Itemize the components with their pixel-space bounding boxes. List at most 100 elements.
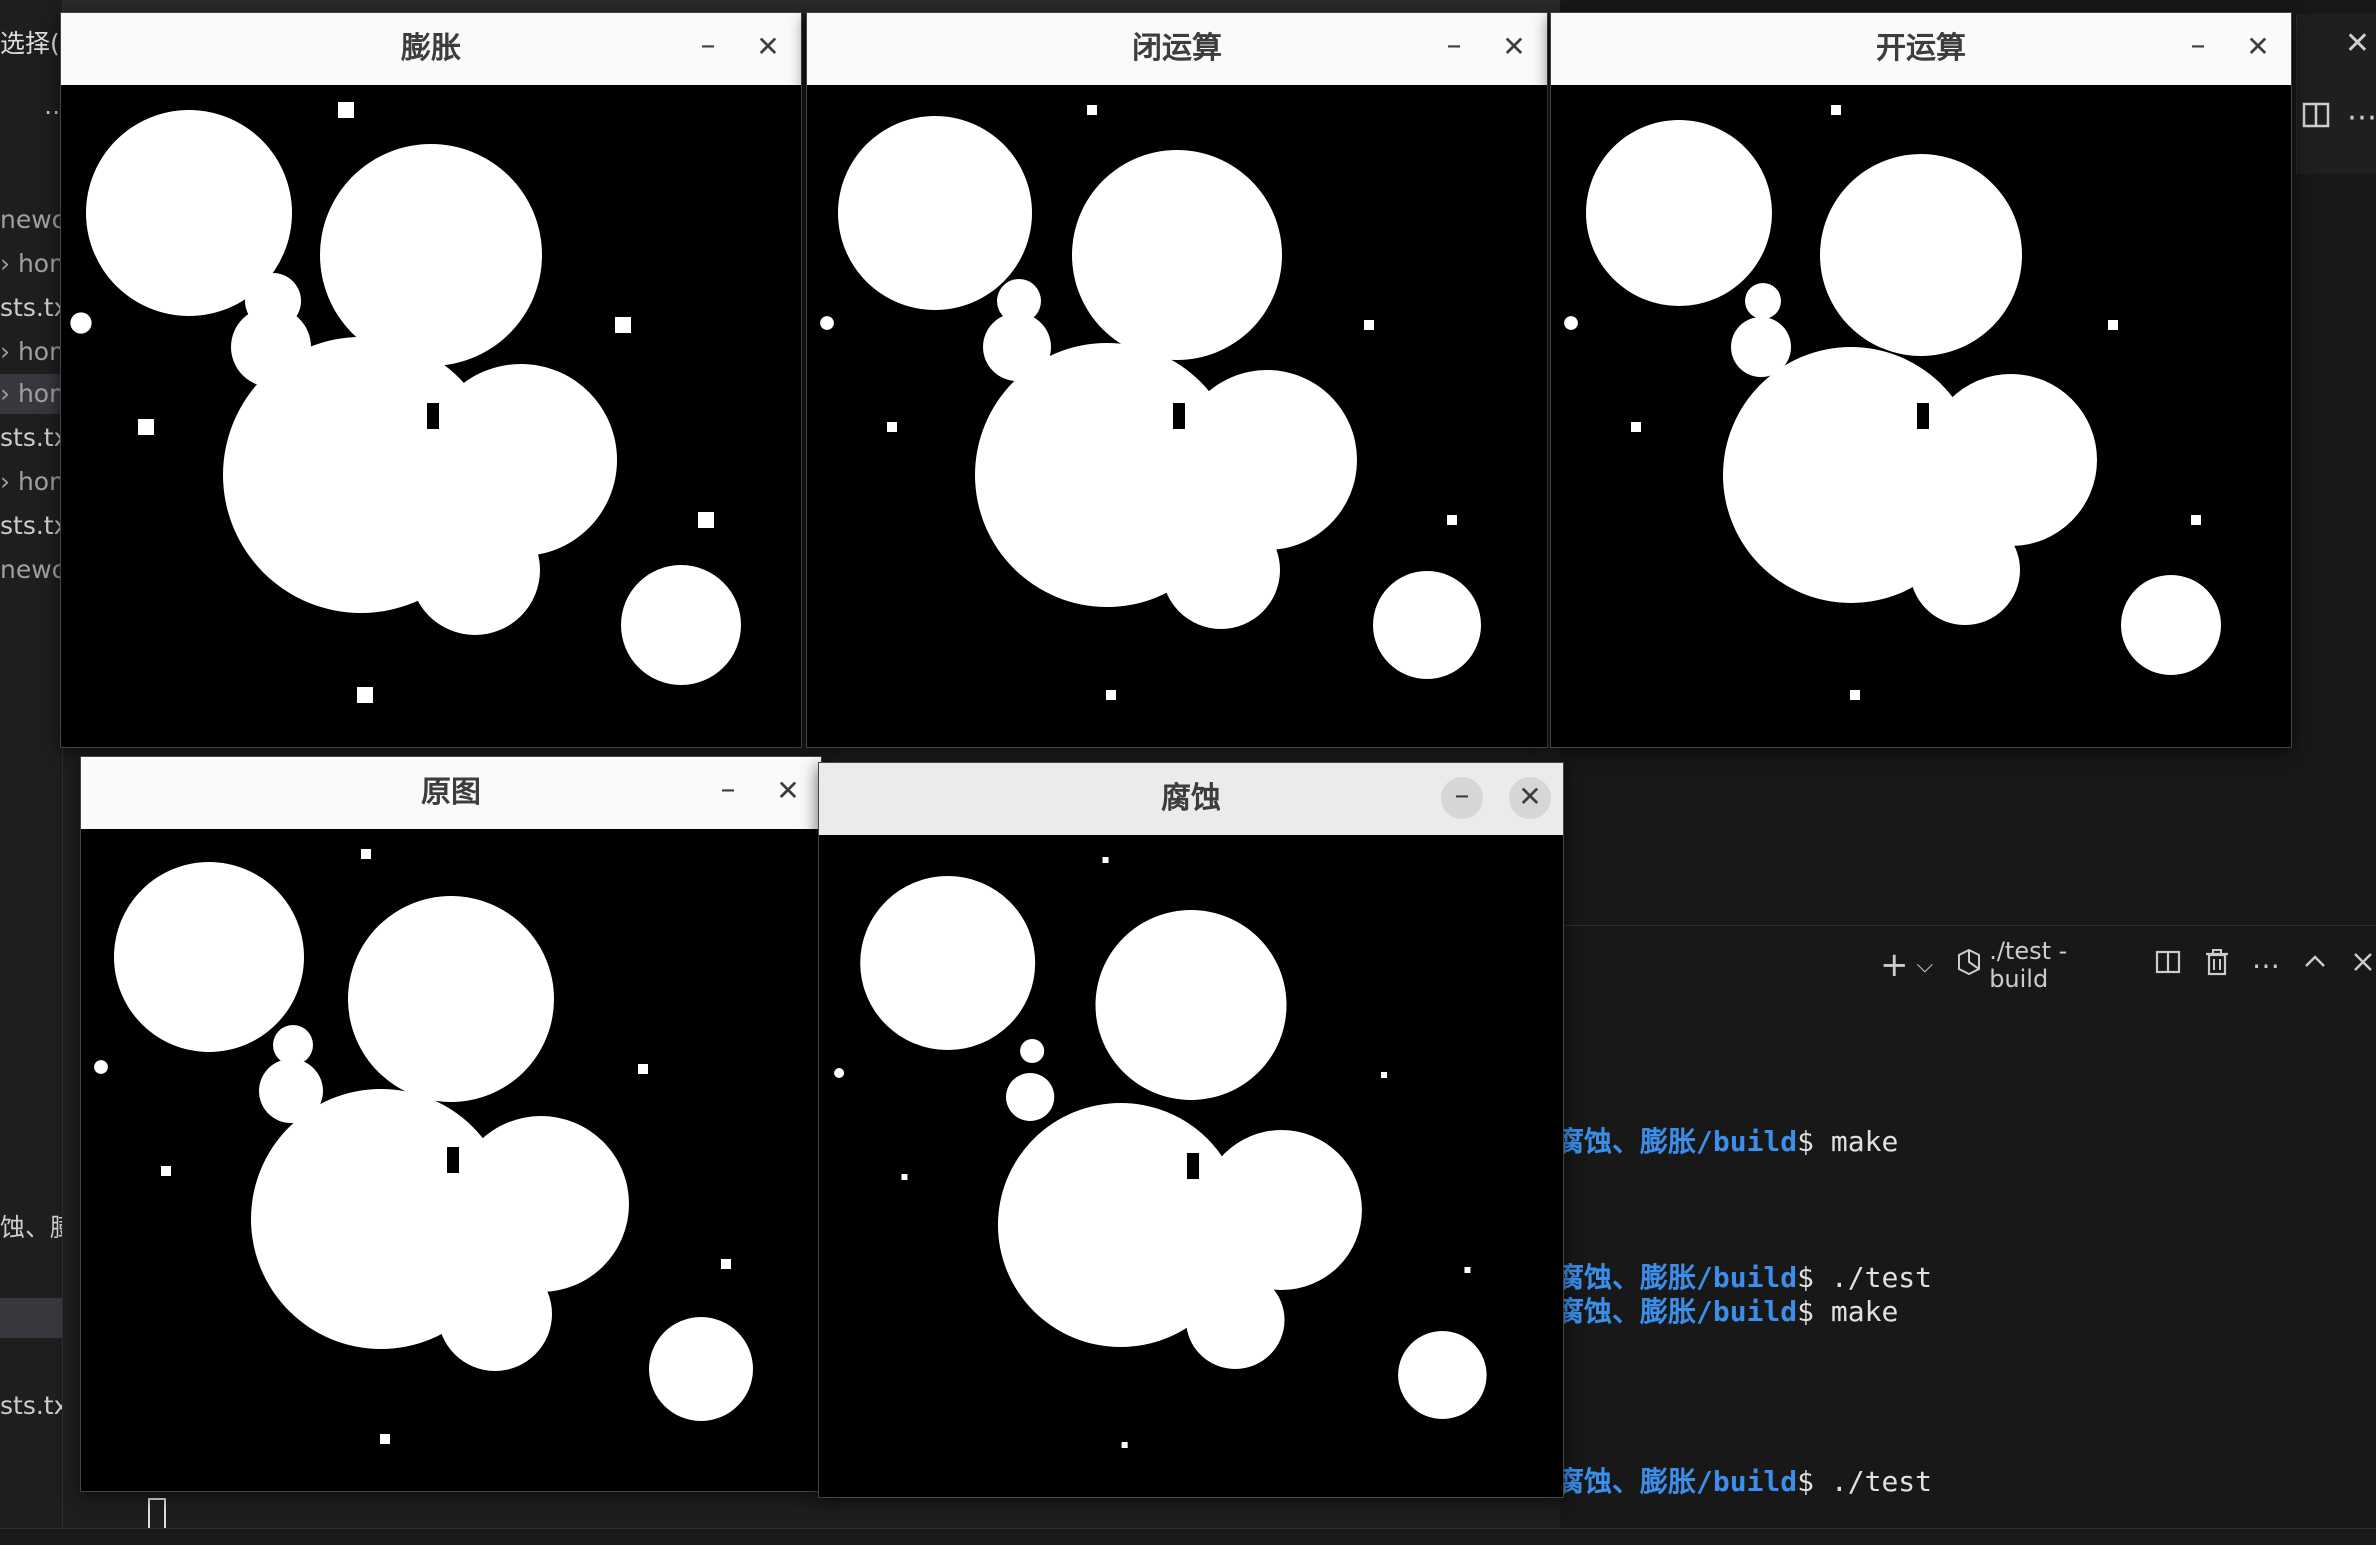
minimize-button[interactable]: – xyxy=(1441,777,1483,819)
window-titlebar[interactable]: 原图 – ✕ xyxy=(81,757,821,830)
blob xyxy=(1745,283,1781,319)
blob xyxy=(438,1257,552,1371)
sidebar-item[interactable]: sts.tx xyxy=(0,418,62,458)
noise-dot xyxy=(357,687,373,703)
minimize-button[interactable]: – xyxy=(687,27,729,69)
noise-dot xyxy=(1631,422,1641,432)
noise-dot xyxy=(1564,316,1578,330)
blob xyxy=(1162,511,1280,629)
sidebar-item[interactable]: sts.txt xyxy=(0,1386,62,1426)
noise-dot xyxy=(721,1259,731,1269)
noise-dot xyxy=(887,422,897,432)
window-open[interactable]: 开运算 – ✕ xyxy=(1550,12,2292,748)
window-titlebar[interactable]: 开运算 – ✕ xyxy=(1551,13,2291,86)
blob-gap xyxy=(1186,1153,1200,1179)
sidebar-item[interactable]: newor xyxy=(0,550,62,590)
noise-dot xyxy=(698,512,714,528)
noise-dot xyxy=(1447,515,1457,525)
sidebar-item[interactable]: › hom xyxy=(0,332,62,372)
image-canvas xyxy=(61,85,801,747)
blob xyxy=(1201,1130,1362,1290)
terminal-panel[interactable] xyxy=(1562,925,2376,1545)
binary-image xyxy=(819,835,1563,1497)
blob xyxy=(1006,1073,1055,1121)
sidebar-item[interactable]: › hom xyxy=(0,374,62,414)
window-close[interactable]: 闭运算 – ✕ xyxy=(806,12,1548,748)
noise-dot xyxy=(1102,857,1109,863)
blob xyxy=(259,1059,323,1123)
split-editor-icon[interactable] xyxy=(2301,100,2331,138)
blob xyxy=(983,313,1051,381)
noise-dot xyxy=(1850,690,1860,700)
noise-dot xyxy=(2108,320,2118,330)
noise-dot xyxy=(638,1064,648,1074)
blob xyxy=(1072,150,1282,360)
close-button[interactable]: ✕ xyxy=(2237,27,2279,69)
noise-dot xyxy=(1831,105,1841,115)
close-button[interactable]: ✕ xyxy=(1493,27,1535,69)
blob xyxy=(320,144,542,366)
noise-dot xyxy=(2191,515,2201,525)
blob xyxy=(838,116,1032,310)
more-icon[interactable]: ⋯ xyxy=(2252,949,2280,982)
window-original[interactable]: 原图 – ✕ xyxy=(80,756,822,1492)
noise-dot xyxy=(1087,105,1097,115)
sidebar-item-selected[interactable] xyxy=(0,1298,62,1338)
image-canvas xyxy=(1551,85,2291,747)
close-icon[interactable] xyxy=(2350,949,2376,981)
image-canvas xyxy=(819,835,1563,1497)
sidebar-item[interactable]: sts.tx xyxy=(0,506,62,546)
terminal-title[interactable]: ./test - build xyxy=(1989,937,2132,993)
close-button[interactable]: ✕ xyxy=(1509,777,1551,819)
window-erode[interactable]: 腐蚀 – ✕ xyxy=(818,762,1564,1498)
noise-dot xyxy=(94,1060,108,1074)
blob xyxy=(348,896,554,1102)
close-button[interactable]: ✕ xyxy=(747,27,789,69)
noise-dot xyxy=(615,317,631,333)
noise-dot xyxy=(338,102,354,118)
window-dilate[interactable]: 膨胀 – ✕ xyxy=(60,12,802,748)
sidebar-item[interactable]: sts.tx xyxy=(0,288,62,328)
blob xyxy=(114,862,304,1052)
blob xyxy=(860,876,1036,1050)
binary-image xyxy=(81,829,821,1491)
noise-dot xyxy=(70,312,92,334)
close-button[interactable]: ✕ xyxy=(767,771,809,813)
terminal-line: 腐蚀、膨胀/build$ ./test xyxy=(1556,1465,1933,1498)
terminal-line: 腐蚀、膨胀/build$ make xyxy=(1556,1125,1899,1158)
chevron-down-icon[interactable]: ⌵ xyxy=(1917,953,1934,978)
split-terminal-icon[interactable] xyxy=(2154,948,2182,982)
blob xyxy=(621,565,741,685)
sidebar-title: 选择(S xyxy=(0,29,62,58)
blob-gap xyxy=(427,403,439,429)
noise-dot xyxy=(834,1068,845,1078)
noise-dot xyxy=(380,1434,390,1444)
close-icon[interactable]: ✕ xyxy=(2345,26,2370,61)
more-icon[interactable]: ⋯ xyxy=(2347,100,2376,135)
add-terminal-icon[interactable]: + xyxy=(1880,945,1909,985)
blob xyxy=(2121,575,2221,675)
blob xyxy=(1373,571,1481,679)
sidebar-item[interactable]: 蚀、膨胀 xyxy=(0,1208,62,1248)
sidebar-item[interactable]: › hom xyxy=(0,244,62,284)
window-titlebar[interactable]: 腐蚀 – ✕ xyxy=(819,763,1563,836)
terminal-cursor xyxy=(148,1498,166,1532)
image-canvas xyxy=(807,85,1547,747)
minimize-button[interactable]: – xyxy=(707,771,749,813)
chevron-up-icon[interactable] xyxy=(2302,949,2328,981)
trash-icon[interactable] xyxy=(2204,948,2230,982)
blob-gap xyxy=(1173,403,1185,429)
binary-image xyxy=(807,85,1547,747)
binary-image xyxy=(61,85,801,747)
image-canvas xyxy=(81,829,821,1491)
terminal-toolbar: + ⌵ ./test - build ⋯ xyxy=(1880,937,2376,993)
minimize-button[interactable]: – xyxy=(2177,27,2219,69)
window-titlebar[interactable]: 膨胀 – ✕ xyxy=(61,13,801,86)
blob xyxy=(1586,120,1772,306)
minimize-button[interactable]: – xyxy=(1433,27,1475,69)
sidebar-item[interactable]: newor xyxy=(0,200,62,240)
blob xyxy=(1095,910,1287,1100)
blob xyxy=(1020,1039,1045,1063)
sidebar-item[interactable]: › hom xyxy=(0,462,62,502)
window-titlebar[interactable]: 闭运算 – ✕ xyxy=(807,13,1547,86)
